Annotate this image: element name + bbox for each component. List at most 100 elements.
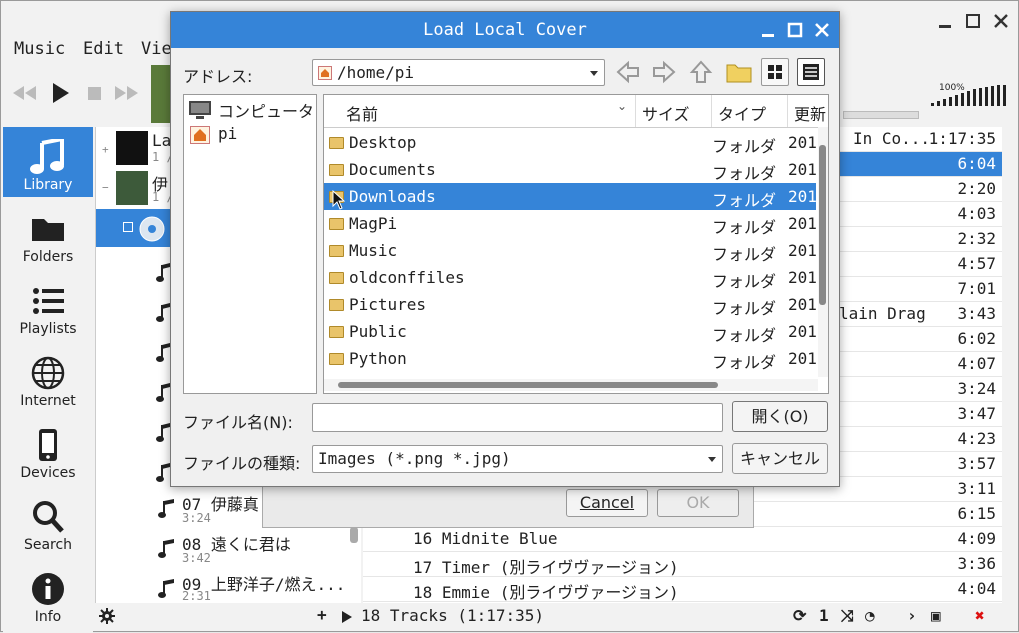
minimize-icon[interactable]	[935, 11, 955, 31]
gear-icon[interactable]	[99, 608, 115, 624]
forward-icon[interactable]	[651, 60, 677, 84]
tree-scrollbar[interactable]	[350, 527, 358, 543]
album-art	[151, 65, 171, 123]
file-row[interactable]: Downloads フォルダ 201	[324, 183, 817, 210]
file-row[interactable]: Pictures フォルダ 201	[324, 291, 817, 318]
chevron-right-icon[interactable]: ›	[907, 606, 917, 625]
open-button[interactable]: 開く(O)	[732, 401, 828, 432]
file-list: 名前 ⌄ サイズ タイプ 更新 Desktop フォルダ 201 Documents フォ…	[323, 94, 829, 394]
phone-icon	[39, 429, 57, 461]
playlist-row-duration: 3:36	[957, 554, 996, 573]
sidebar-item-library[interactable]: Library	[3, 127, 93, 197]
dialog-minimize-icon[interactable]	[759, 21, 777, 39]
file-row[interactable]: Music フォルダ 201	[324, 237, 817, 264]
place-computer[interactable]: コンピュータ	[186, 97, 314, 121]
playlist-row[interactable]: 17 Timer (別ライヴヴァージョン) 3:36	[363, 552, 1002, 577]
seek-bar[interactable]	[843, 111, 919, 119]
detail-view-button[interactable]	[797, 58, 825, 86]
file-row[interactable]: MagPi フォルダ 201	[324, 210, 817, 237]
close-icon[interactable]	[991, 11, 1011, 31]
filename-input[interactable]	[312, 403, 723, 432]
playlist-row-title: 16 Midnite Blue	[413, 529, 558, 548]
play-small-icon[interactable]	[341, 610, 353, 624]
cancel-dialog-button[interactable]: キャンセル	[732, 443, 828, 474]
grid-icon	[768, 65, 782, 79]
repeat-icon[interactable]: ⟳	[793, 606, 806, 625]
stop-icon[interactable]	[88, 87, 102, 101]
back-icon[interactable]	[615, 60, 641, 84]
file-row[interactable]: Documents フォルダ 201	[324, 156, 817, 183]
repeat-count: 1	[819, 606, 829, 625]
sidebar-item-search[interactable]: Search	[3, 487, 93, 557]
menu-edit[interactable]: Edit	[83, 39, 124, 59]
playlist-row-duration: 3:57	[957, 454, 996, 473]
sidebar-item-internet[interactable]: Internet	[3, 343, 93, 413]
file-date: 201	[788, 160, 817, 179]
up-icon[interactable]	[689, 59, 713, 85]
clear-icon[interactable]: ✖	[975, 606, 985, 625]
file-hscrollbar[interactable]	[324, 379, 818, 391]
sidebar-item-label: Playlists	[19, 321, 77, 337]
filetype-combo[interactable]: Images (*.png *.jpg)	[312, 445, 723, 473]
file-date: 201	[788, 322, 817, 341]
sidebar-item-playlists[interactable]: Playlists	[3, 271, 93, 341]
shuffle-icon[interactable]: ⤨	[841, 606, 854, 626]
folder-icon	[329, 326, 344, 338]
dialog-close-icon[interactable]	[813, 21, 831, 39]
menu-view[interactable]: Vie	[141, 39, 172, 59]
save-icon[interactable]: ▣	[931, 606, 941, 625]
playlist-row[interactable]: 16 Midnite Blue 4:09	[363, 527, 1002, 552]
tree-track-row[interactable]: 08 遠くに君は 3:42	[96, 529, 362, 569]
next-icon[interactable]	[113, 85, 141, 101]
play-icon[interactable]	[51, 82, 71, 104]
playlist-row-duration: 3:43	[957, 304, 996, 323]
file-name: Public	[349, 322, 407, 341]
sidebar-item-info[interactable]: Info	[3, 559, 93, 629]
playlist-row-duration: 4:04	[957, 579, 996, 598]
folder-icon	[329, 353, 344, 365]
new-folder-icon[interactable]	[726, 61, 752, 83]
dialog-title: Load Local Cover	[171, 12, 839, 48]
column-name[interactable]: 名前 ⌄	[324, 95, 636, 127]
file-vscrollbar[interactable]	[818, 127, 828, 377]
playlist-row[interactable]: 18 Emmie (別ライヴヴァージョン) 4:04	[363, 577, 1002, 602]
add-icon[interactable]: +	[317, 605, 327, 624]
file-row[interactable]: oldconffiles フォルダ 201	[324, 264, 817, 291]
track-count: 18 Tracks (1:17:35)	[361, 606, 545, 625]
sidebar-item-label: Library	[23, 177, 73, 193]
folder-icon	[329, 299, 344, 311]
status-bar: + 18 Tracks (1:17:35) ⟳ 1 ⤨ ◔ › ▣ ✖	[95, 604, 1019, 630]
place-home[interactable]: pi	[186, 123, 314, 147]
file-type: フォルダ	[712, 164, 777, 183]
dialog-maximize-icon[interactable]	[786, 21, 804, 39]
maximize-icon[interactable]	[963, 11, 983, 31]
file-type: フォルダ	[712, 245, 777, 264]
file-row[interactable]: Public フォルダ 201	[324, 318, 817, 345]
menu-music[interactable]: Music	[14, 39, 65, 59]
sidebar-item-devices[interactable]: Devices	[3, 415, 93, 485]
tree-track-row[interactable]: 09 上野洋子/燃え... 2:31	[96, 569, 362, 603]
file-row[interactable]: Desktop フォルダ 201	[324, 129, 817, 156]
home-icon	[318, 66, 332, 80]
file-date: 201	[788, 349, 817, 368]
timer-icon[interactable]: ◔	[865, 606, 875, 625]
ok-button[interactable]: OK	[657, 489, 739, 517]
globe-icon	[31, 356, 65, 390]
cancel-button[interactable]: Cancel	[566, 489, 648, 517]
column-modified[interactable]: 更新	[788, 95, 828, 127]
playlist-row-duration: 4:23	[957, 429, 996, 448]
previous-icon[interactable]	[11, 85, 39, 101]
playlist-row-duration: 6:04	[957, 154, 996, 173]
computer-icon	[189, 101, 211, 119]
address-combo[interactable]: /home/pi	[312, 59, 605, 86]
sidebar-item-folders[interactable]: Folders	[3, 199, 93, 269]
file-type: フォルダ	[712, 299, 777, 318]
file-type: フォルダ	[712, 191, 777, 210]
column-size[interactable]: サイズ	[636, 95, 712, 127]
playlist-row-title: 17 Timer (別ライヴヴァージョン)	[413, 558, 679, 577]
volume-slider[interactable]	[931, 85, 1011, 107]
icon-view-button[interactable]	[761, 58, 789, 86]
file-date: 201	[788, 295, 817, 314]
file-row[interactable]: Python フォルダ 201	[324, 345, 817, 372]
column-type[interactable]: タイプ	[712, 95, 788, 127]
